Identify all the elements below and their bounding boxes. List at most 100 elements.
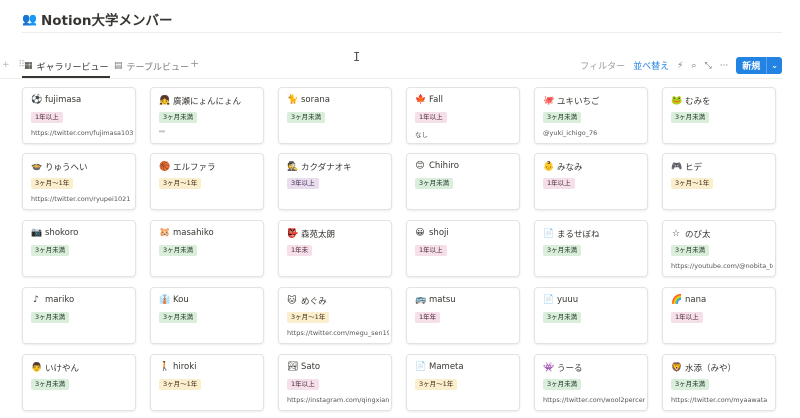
card-title: 📄 yuuu xyxy=(543,295,643,305)
gallery-card[interactable]: 👺 森苑太朗 1年未 xyxy=(278,220,392,277)
gallery-card[interactable]: 😀 shoji 1年以上 xyxy=(406,220,520,277)
membership-tag: 3ヶ月未満 xyxy=(543,112,582,123)
card-title: 🦁 水添（みや） xyxy=(671,362,771,374)
card-name: Chihiro xyxy=(429,161,459,171)
card-page-icon: 📄 xyxy=(415,362,427,372)
card-page-icon: 🌈 xyxy=(671,295,683,305)
view-divider xyxy=(0,78,782,79)
tab-table-view[interactable]: ▤ テーブルビュー xyxy=(114,57,189,75)
chevron-down-icon[interactable]: ⌄ xyxy=(766,57,782,74)
people-icon: 👥 xyxy=(22,12,37,26)
gallery-card[interactable]: 👧 廣瀬にょんにょん 3ヶ月未満 "" xyxy=(150,87,264,144)
gallery-card[interactable]: 😊 Chihiro 3ヶ月未満 xyxy=(406,153,520,210)
gallery-card[interactable]: 🐈 sorana 3ヶ月未満 xyxy=(278,87,392,144)
new-button-label[interactable]: 新規 xyxy=(736,57,766,74)
gallery-card[interactable]: 👾 うーる 3ヶ月未満 https://twitter.com/wool2percen… xyxy=(534,354,648,411)
card-link: https://twitter.com/fujimasa1031 xyxy=(31,129,133,137)
expand-icon[interactable]: ⤡ xyxy=(704,61,711,71)
card-page-icon: 🚶 xyxy=(159,362,171,372)
card-name: むみを xyxy=(685,97,711,107)
membership-tag: 3ヶ月未満 xyxy=(543,379,582,390)
gallery-card[interactable]: 🐹 masahiko 3ヶ月未満 xyxy=(150,220,264,277)
gallery-card[interactable]: 🐸 むみを 3ヶ月未満 xyxy=(662,87,776,144)
gallery-card[interactable]: 👔 Kou 3ヶ月未満 xyxy=(150,287,264,344)
gallery-card[interactable]: ☆ のび太 3ヶ月未満 https://youtube.com/@nobita_ten… xyxy=(662,220,776,277)
card-title: 🏀 エルファラ xyxy=(159,161,259,173)
card-name: りゅうへい xyxy=(45,163,88,173)
new-button[interactable]: 新規 ⌄ xyxy=(736,57,782,74)
membership-tag: 3ヶ月〜1年 xyxy=(159,178,202,189)
gallery-card[interactable]: ♪ mariko 3ヶ月未満 xyxy=(22,287,136,344)
card-title: 🏞 Sato xyxy=(287,362,387,372)
card-title: 🐹 masahiko xyxy=(159,228,259,238)
card-name: fujimasa xyxy=(45,95,82,105)
card-name: Sato xyxy=(301,362,321,372)
gallery-card[interactable]: 🕵 カクダナオキ 3年以上 xyxy=(278,153,392,210)
membership-tag: 1年以上 xyxy=(31,112,63,123)
gallery-card[interactable]: 📄 yuuu 3ヶ月未満 xyxy=(534,287,648,344)
gallery-card[interactable]: 📄 まるせぼね 3ヶ月未満 xyxy=(534,220,648,277)
search-icon[interactable]: ⌕ xyxy=(691,61,696,71)
sort-button[interactable]: 並べ替え xyxy=(633,59,669,72)
card-page-icon: ⚽ xyxy=(31,95,43,105)
membership-tag: 3ヶ月未満 xyxy=(31,312,70,323)
card-page-icon: 📄 xyxy=(543,295,555,305)
gallery-card[interactable]: 🦁 水添（みや） 3ヶ月未満 https://twitter.com/myaawata xyxy=(662,354,776,411)
card-title: 🐙 ユキいちご xyxy=(543,95,643,107)
gallery-card[interactable]: 👨 いけやん 3ヶ月未満 xyxy=(22,354,136,411)
filter-button[interactable]: フィルター xyxy=(580,59,625,72)
gallery-card[interactable]: 🌈 nana 1年以上 xyxy=(662,287,776,344)
card-title: 🌈 nana xyxy=(671,295,771,305)
gallery-card[interactable]: 🍁 Fall 1年以上 なし xyxy=(406,87,520,144)
membership-tag: 1年未 xyxy=(287,245,313,256)
membership-tag: 3ヶ月〜1年 xyxy=(287,312,330,323)
card-title: 🚌 matsu xyxy=(415,295,515,305)
card-title: 🎮 ヒデ xyxy=(671,161,771,173)
gallery-card[interactable]: 📄 Mameta 3ヶ月〜1年 xyxy=(406,354,520,411)
gallery-card[interactable]: 👶 みなみ 1年以上 xyxy=(534,153,648,210)
card-name: matsu xyxy=(429,295,456,305)
table-icon: ▤ xyxy=(114,61,123,71)
gallery-card[interactable]: 🎮 ヒデ 3ヶ月〜1年 xyxy=(662,153,776,210)
gallery-card[interactable]: 📷 shokoro 3ヶ月未満 xyxy=(22,220,136,277)
tab-gallery-view[interactable]: ▦ ギャラリービュー xyxy=(24,57,109,75)
gallery-card[interactable]: ⚽ fujimasa 1年以上 https://twitter.com/fujimas… xyxy=(22,87,136,144)
gallery-card[interactable]: 🏀 エルファラ 3ヶ月〜1年 xyxy=(150,153,264,210)
gallery-card[interactable]: 🍲 りゅうへい 3ヶ月〜1年 https://twitter.com/ryupei10… xyxy=(22,153,136,210)
view-toolbar: + ⠿ ▦ ギャラリービュー ▤ テーブルビュー + フィルター 並べ替え ⚡ … xyxy=(0,56,800,78)
gallery-card[interactable]: 🐙 ユキいちご 3ヶ月未満 @yuki_ichigo_76 xyxy=(534,87,648,144)
card-name: 森苑太朗 xyxy=(301,230,336,240)
card-name: めぐみ xyxy=(301,297,327,307)
membership-tag: 3ヶ月未満 xyxy=(415,178,454,189)
automation-icon[interactable]: ⚡ xyxy=(677,61,683,71)
tab-gallery-label: ギャラリービュー xyxy=(36,62,109,73)
card-title: 📷 shokoro xyxy=(31,228,131,238)
card-link: https://twitter.com/megu_sen19 xyxy=(287,329,389,337)
card-title: 🍁 Fall xyxy=(415,95,515,105)
card-page-icon: 🐙 xyxy=(543,96,555,106)
gallery-card[interactable]: 🏞 Sato 1年以上 https://instagram.com/qingxiang… xyxy=(278,354,392,411)
card-title: 📄 Mameta xyxy=(415,362,515,372)
card-title: ⚽ fujimasa xyxy=(31,95,131,105)
gallery-card[interactable]: 🐱 めぐみ 3ヶ月〜1年 https://twitter.com/megu_sen19 xyxy=(278,287,392,344)
card-name: yuuu xyxy=(557,295,579,305)
more-options-icon[interactable]: ··· xyxy=(720,61,729,71)
membership-tag: 3ヶ月未満 xyxy=(671,379,710,390)
card-title: 👾 うーる xyxy=(543,362,643,374)
title-divider xyxy=(22,32,782,33)
card-name: のび太 xyxy=(685,230,711,240)
card-page-icon: 🚌 xyxy=(415,295,427,305)
card-name: ヒデ xyxy=(685,163,703,173)
card-page-icon: 🍲 xyxy=(31,162,43,172)
card-name: 水添（みや） xyxy=(685,364,737,374)
gallery-card[interactable]: 🚶 hiroki 3ヶ月〜1年 xyxy=(150,354,264,411)
card-page-icon: 📄 xyxy=(543,229,555,239)
card-page-icon: 🍁 xyxy=(415,95,427,105)
card-title: 🍲 りゅうへい xyxy=(31,161,131,173)
card-link: https://twitter.com/myaawata xyxy=(671,396,768,404)
gallery-card[interactable]: 🚌 matsu 1年年 xyxy=(406,287,520,344)
add-view-button[interactable]: + xyxy=(190,57,199,70)
gallery-icon: ▦ xyxy=(24,61,33,71)
card-title: 📄 まるせぼね xyxy=(543,228,643,240)
membership-tag: 3年以上 xyxy=(287,178,319,189)
